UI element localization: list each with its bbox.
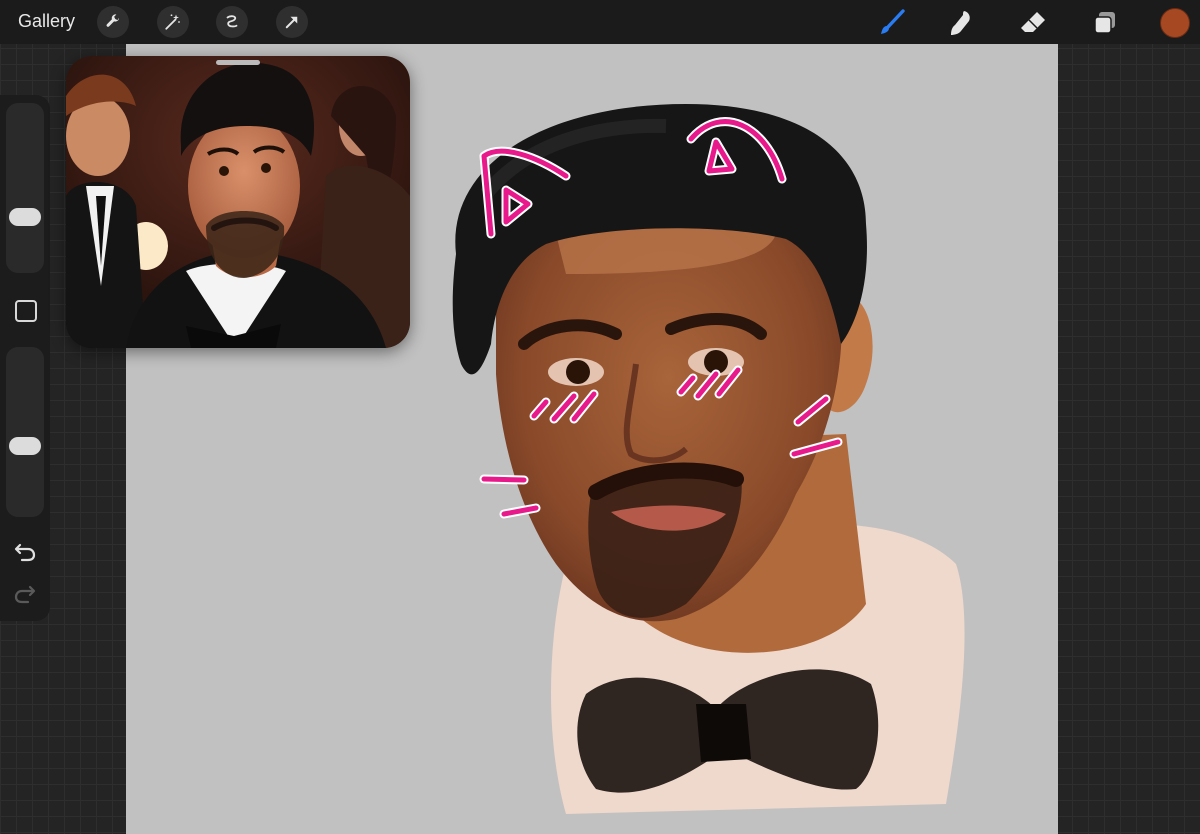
adjustments-button[interactable] xyxy=(157,6,189,38)
redo-icon[interactable] xyxy=(14,585,36,605)
reference-photo xyxy=(66,56,410,348)
layers-icon xyxy=(1094,12,1115,34)
undo-icon[interactable] xyxy=(14,543,36,563)
wrench-icon xyxy=(106,14,119,27)
opacity-thumb[interactable] xyxy=(9,437,41,456)
reference-drag-handle[interactable] xyxy=(216,60,260,65)
reference-window[interactable] xyxy=(66,56,410,348)
top-toolbar: Gallery xyxy=(0,0,1200,44)
transform-button[interactable] xyxy=(276,6,308,38)
modify-button[interactable] xyxy=(15,300,37,322)
selection-button[interactable] xyxy=(216,6,248,38)
layers-button[interactable] xyxy=(1090,8,1120,38)
actions-button[interactable] xyxy=(97,6,129,38)
color-picker-button[interactable] xyxy=(1160,8,1190,38)
left-sidebar xyxy=(0,95,50,621)
opacity-slider[interactable] xyxy=(6,347,44,517)
selection-icon xyxy=(226,15,238,28)
brush-size-slider[interactable] xyxy=(6,103,44,273)
eraser-button[interactable] xyxy=(1018,8,1048,38)
magic-wand-icon xyxy=(165,14,180,30)
brush-icon xyxy=(881,9,905,34)
smudge-icon xyxy=(951,11,970,35)
smudge-button[interactable] xyxy=(946,8,976,38)
eraser-icon xyxy=(1021,12,1045,32)
gallery-button[interactable]: Gallery xyxy=(18,11,75,32)
brush-size-thumb[interactable] xyxy=(9,207,41,226)
transform-arrow-icon xyxy=(285,16,298,29)
brush-button[interactable] xyxy=(876,8,906,38)
